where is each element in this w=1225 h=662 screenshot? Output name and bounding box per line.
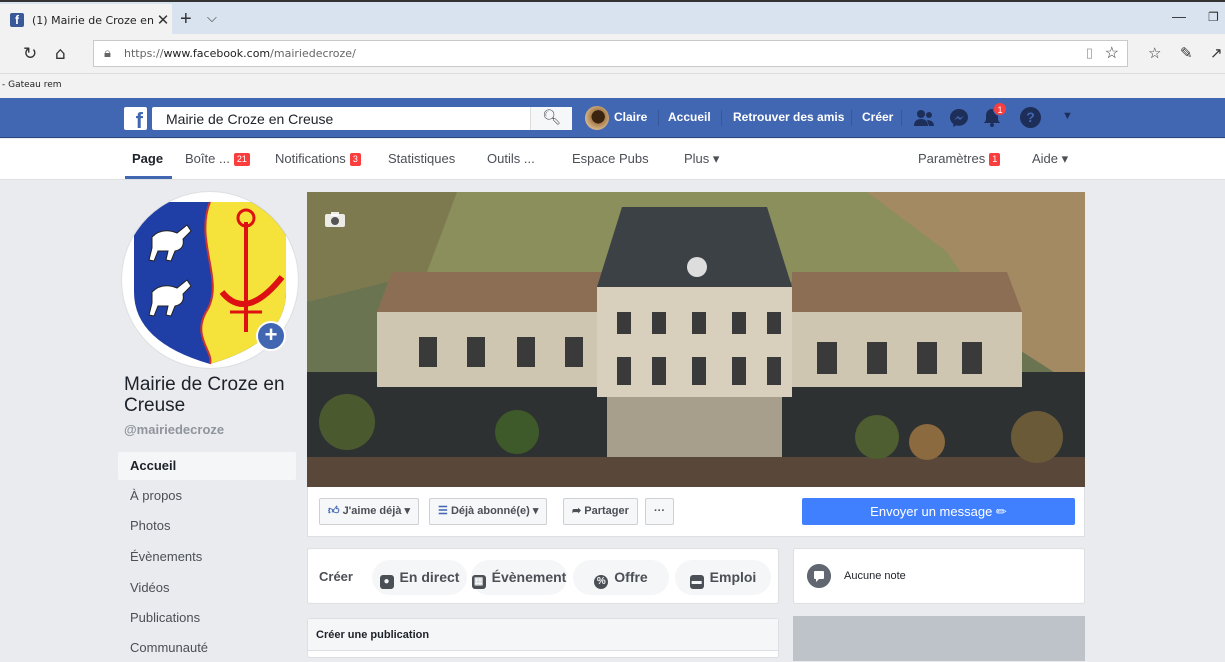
facebook-top-bar: f Mairie de Croze en Creuse 🔍︎ Claire Ac… [0, 98, 1225, 138]
sidebar-item-posts[interactable]: Publications [118, 604, 296, 632]
create-event-button[interactable]: ▦ Évènement [471, 560, 567, 595]
find-friends-link[interactable]: Retrouver des amis [733, 110, 844, 124]
video-camera-icon: ● [379, 575, 394, 589]
profile-link[interactable]: Claire [614, 110, 647, 124]
active-tab-indicator [125, 176, 172, 179]
create-link[interactable]: Créer [862, 110, 893, 124]
tab-settings[interactable]: Paramètres 1 [918, 151, 1001, 166]
home-icon[interactable]: ⌂ [55, 44, 66, 64]
cover-photo[interactable] [307, 192, 1085, 487]
town-hall-photo [307, 192, 1085, 487]
new-tab-icon[interactable]: + [180, 8, 192, 31]
notes-icon [807, 564, 831, 588]
account-menu-caret-icon[interactable]: ▼ [1062, 110, 1073, 122]
share-button[interactable]: ➦ Partager [563, 498, 638, 525]
share-arrow-icon: ➦ [572, 505, 582, 517]
sidebar-item-events[interactable]: Évènements [118, 543, 296, 571]
notes-status: Aucune note [844, 570, 906, 582]
close-tab-icon[interactable]: ✕ [154, 11, 172, 29]
favorite-star-icon[interactable]: ☆ [1105, 43, 1119, 63]
tab-help[interactable]: Aide ▾ [1032, 151, 1068, 167]
more-options-button[interactable]: ··· [645, 498, 674, 525]
create-job-button[interactable]: ▬ Emploi [675, 560, 771, 595]
tab-inbox[interactable]: Boîte ... 21 [185, 151, 250, 166]
share-icon[interactable]: ↗ [1210, 44, 1223, 62]
tab-notifications[interactable]: Notifications 3 [275, 151, 361, 166]
sidebar-item-photos[interactable]: Photos [118, 512, 296, 540]
liked-button[interactable]: 👍︎ J'aime déjà ▾ [319, 498, 420, 525]
tab-page[interactable]: Page [132, 151, 163, 166]
favorites-bar: - Gateau rem [0, 74, 1225, 98]
calendar-icon: ▦ [471, 575, 486, 589]
sidebar-item-home[interactable]: Accueil [118, 452, 296, 480]
sidebar-item-community[interactable]: Communauté [118, 634, 296, 662]
facebook-logo-icon[interactable]: f [124, 107, 147, 130]
browser-toolbar: ↻ ⌂ 🔒︎ https://www.facebook.com/mairiede… [0, 34, 1225, 74]
sidebar-item-about[interactable]: À propos [118, 482, 296, 510]
avatar[interactable] [585, 106, 609, 130]
create-post-box[interactable]: Créer une publication [307, 618, 779, 658]
messenger-icon[interactable] [949, 108, 969, 128]
facebook-favicon-icon: f [10, 13, 24, 27]
add-profile-photo-button[interactable]: + [256, 321, 286, 351]
tab-tools[interactable]: Outils ... [487, 151, 535, 166]
tab-statistics[interactable]: Statistiques [388, 151, 455, 166]
browser-tab-strip: f (1) Mairie de Croze en C ✕ + ⌵ — ❐ [0, 0, 1225, 36]
restore-window-icon[interactable]: ❐ [1208, 10, 1219, 24]
briefcase-icon: ▬ [689, 575, 704, 589]
favorites-list-icon[interactable]: ☆ [1148, 44, 1161, 62]
create-label: Créer [319, 569, 353, 584]
page-tabs-bar: Page Boîte ... 21 Notifications 3 Statisti… [0, 139, 1225, 180]
rss-icon: ☰ [438, 505, 448, 517]
home-link[interactable]: Accueil [668, 110, 711, 124]
help-icon[interactable]: ? [1020, 107, 1041, 128]
notes-panel: Aucune note [793, 548, 1085, 604]
camera-icon[interactable] [325, 212, 345, 227]
search-field[interactable]: Mairie de Croze en Creuse 🔍︎ [152, 107, 572, 130]
search-input[interactable]: Mairie de Croze en Creuse [166, 111, 333, 127]
percent-icon: % [594, 575, 609, 589]
search-icon[interactable]: 🔍︎ [530, 107, 572, 130]
notification-count-badge: 1 [993, 102, 1007, 116]
tab-ads[interactable]: Espace Pubs [572, 151, 649, 166]
reading-view-icon[interactable]: ▯ [1086, 45, 1093, 61]
go-live-button[interactable]: ● En direct [372, 560, 467, 595]
send-message-button[interactable]: Envoyer un message ✏︎ [802, 498, 1075, 525]
browser-tab[interactable]: f (1) Mairie de Croze en C ✕ [0, 4, 172, 36]
thumbs-up-icon: 👍︎ [328, 505, 340, 517]
create-offer-button[interactable]: % Offre [573, 560, 669, 595]
refresh-icon[interactable]: ↻ [23, 44, 37, 64]
following-button[interactable]: ☰ Déjà abonné(e) ▾ [429, 498, 548, 525]
page-title: Mairie de Croze en Creuse [124, 374, 285, 416]
favorites-item[interactable]: - Gateau rem [2, 80, 62, 90]
create-post-header[interactable]: Créer une publication [308, 619, 778, 651]
create-panel: Créer ● En direct ▦ Évènement % Offre ▬ Empl… [307, 548, 779, 604]
friend-requests-icon[interactable] [913, 109, 935, 127]
pencil-icon: ✏︎ [995, 504, 1007, 519]
browser-tab-title: (1) Mairie de Croze en C [32, 13, 154, 27]
lock-icon: 🔒︎ [104, 45, 111, 60]
minimize-window-icon[interactable]: — [1172, 8, 1186, 24]
pen-icon[interactable]: ✎ [1180, 44, 1193, 62]
sidebar-item-videos[interactable]: Vidéos [118, 574, 296, 602]
placeholder-panel [793, 616, 1085, 661]
address-bar[interactable]: 🔒︎ https://www.facebook.com/mairiedecroz… [93, 40, 1128, 67]
chevron-down-icon[interactable]: ⌵ [207, 10, 217, 26]
page-actions-bar: 👍︎ J'aime déjà ▾ ☰ Déjà abonné(e) ▾ ➦ Pa… [307, 487, 1085, 537]
url-text: https://www.facebook.com/mairiedecroze/ [124, 47, 356, 60]
tab-more[interactable]: Plus ▾ [684, 151, 719, 167]
page-username[interactable]: @mairiedecroze [124, 422, 224, 437]
